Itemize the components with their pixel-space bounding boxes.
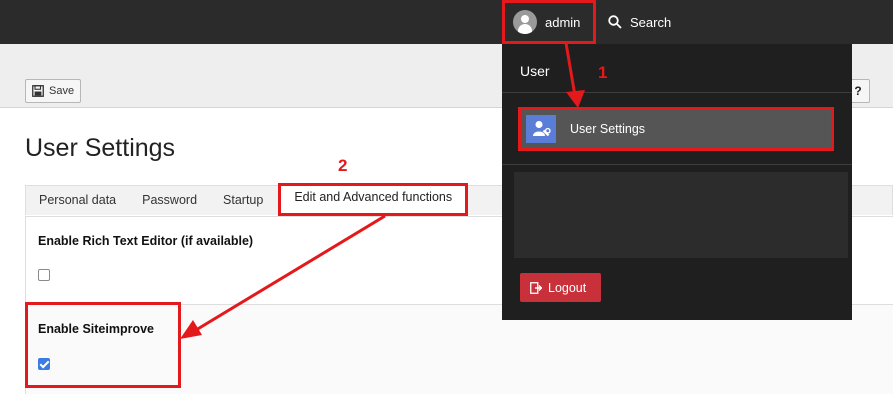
divider (502, 164, 852, 165)
divider (502, 92, 852, 93)
username-label: admin (545, 14, 581, 30)
logout-button[interactable]: Logout (520, 273, 601, 302)
tab-startup[interactable]: Startup (210, 186, 276, 216)
save-label: Save (49, 85, 75, 97)
page-title: User Settings (25, 134, 176, 162)
annotation-step-2: 2 (338, 156, 348, 175)
top-bar (0, 0, 893, 44)
user-settings-menu-item[interactable]: User Settings (518, 107, 834, 151)
save-button[interactable]: Save (25, 79, 82, 103)
annotation-highlight-siteimprove (25, 302, 181, 388)
save-icon (32, 85, 44, 97)
dropdown-empty-area (514, 172, 848, 258)
tab-password[interactable]: Password (129, 186, 210, 216)
search-button[interactable]: Search (608, 0, 671, 44)
search-icon (608, 15, 622, 29)
search-label: Search (630, 14, 672, 30)
user-menu-button[interactable]: admin (502, 0, 596, 44)
logout-label: Logout (548, 280, 587, 295)
tab-edit-advanced[interactable]: Edit and Advanced functions (278, 183, 469, 216)
user-settings-icon (526, 115, 556, 143)
user-settings-label: User Settings (570, 122, 646, 136)
annotation-step-1: 1 (598, 63, 608, 82)
dropdown-title: User (520, 63, 550, 79)
rte-label: Enable Rich Text Editor (if available) (38, 234, 254, 248)
logout-icon (530, 281, 542, 294)
rte-checkbox[interactable] (38, 269, 50, 281)
user-dropdown-menu: User User Settings Logout (502, 44, 852, 320)
user-avatar-icon (513, 10, 537, 34)
tab-personal-data[interactable]: Personal data (26, 186, 129, 216)
